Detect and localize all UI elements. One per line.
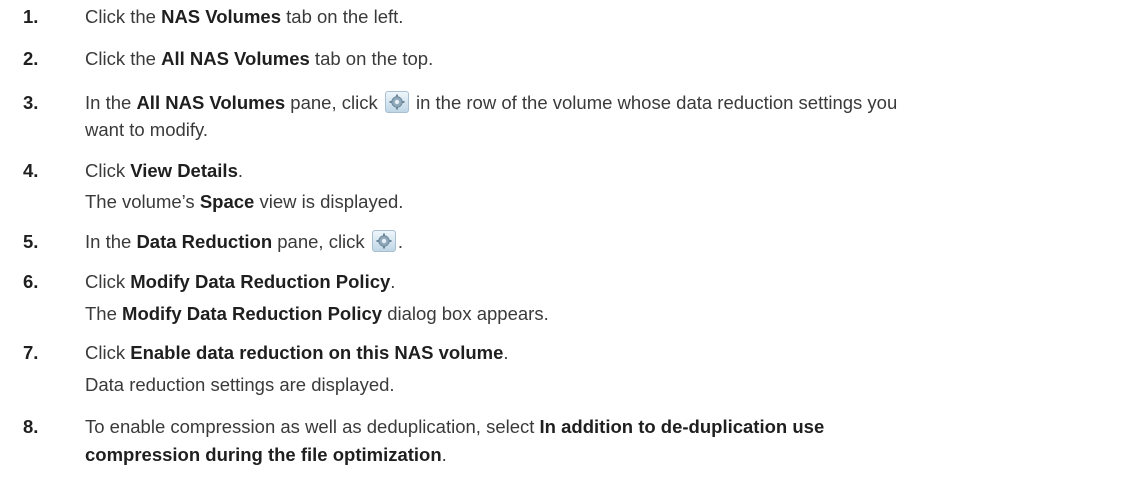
text-run: . bbox=[441, 444, 447, 465]
step-text: Click Modify Data Reduction Policy. bbox=[85, 270, 395, 294]
text-run: In the bbox=[85, 231, 137, 252]
text-run: tab on the top. bbox=[309, 48, 434, 69]
step-text: Click Enable data reduction on this NAS … bbox=[85, 341, 509, 365]
text-run: Click bbox=[85, 160, 131, 181]
step-text: To enable compression as well as dedupli… bbox=[85, 415, 824, 439]
step-text-continued: want to modify. bbox=[85, 118, 208, 142]
step-number: 8. bbox=[23, 416, 39, 437]
ui-term: Data Reduction bbox=[136, 231, 273, 252]
text-run: want to modify. bbox=[85, 119, 209, 140]
gear-icon bbox=[371, 230, 396, 252]
step-text-continued: The volume’s Space view is displayed. bbox=[85, 190, 403, 214]
text-run: To enable compression as well as dedupli… bbox=[85, 416, 540, 437]
ui-term: All NAS Volumes bbox=[161, 48, 310, 69]
gear-icon bbox=[384, 91, 409, 113]
ui-term: Modify Data Reduction Policy bbox=[130, 271, 391, 292]
step-text: Click the All NAS Volumes tab on the top… bbox=[85, 47, 433, 71]
ui-term: NAS Volumes bbox=[161, 6, 282, 27]
text-run: pane, click bbox=[285, 92, 383, 113]
instruction-document: 1. Click the NAS Volumes tab on the left.… bbox=[0, 0, 1144, 492]
text-run: in the row of the volume whose data redu… bbox=[410, 92, 898, 113]
step-text: Click the NAS Volumes tab on the left. bbox=[85, 5, 403, 29]
ui-term: In addition to de-duplication use bbox=[539, 416, 825, 437]
step-text-continued: The Modify Data Reduction Policy dialog … bbox=[85, 302, 549, 326]
text-run: . bbox=[397, 231, 403, 252]
text-run: Click bbox=[85, 271, 131, 292]
step-number: 6. bbox=[23, 271, 39, 292]
step-number: 4. bbox=[23, 160, 39, 181]
ui-term: All NAS Volumes bbox=[136, 92, 286, 113]
step-number: 5. bbox=[23, 231, 39, 252]
ui-term: Modify Data Reduction Policy bbox=[122, 303, 383, 324]
text-run: The volume’s bbox=[85, 191, 200, 212]
text-run: dialog box appears. bbox=[382, 303, 549, 324]
ui-term: Space bbox=[199, 191, 255, 212]
text-run: Click the bbox=[85, 6, 162, 27]
step-text: In the All NAS Volumes pane, click in th… bbox=[85, 91, 897, 115]
text-run: pane, click bbox=[272, 231, 370, 252]
step-number: 1. bbox=[23, 6, 39, 27]
step-text: Click View Details. bbox=[85, 159, 243, 183]
step-text-continued: Data reduction settings are displayed. bbox=[85, 373, 395, 397]
step-text-continued: compression during the file optimization… bbox=[85, 443, 447, 467]
text-run: . bbox=[237, 160, 244, 181]
text-run: . bbox=[503, 342, 509, 363]
ui-term: View Details bbox=[130, 160, 238, 181]
text-run: view is displayed. bbox=[254, 191, 404, 212]
text-run: Click the bbox=[85, 48, 162, 69]
step-text: In the Data Reduction pane, click . bbox=[85, 230, 403, 254]
step-number: 2. bbox=[23, 48, 39, 69]
ui-term: compression during the file optimization bbox=[85, 444, 442, 465]
step-number: 3. bbox=[23, 92, 39, 113]
text-run: Click bbox=[85, 342, 131, 363]
ui-term: Enable data reduction on this NAS volume bbox=[130, 342, 504, 363]
text-run: Data reduction settings are displayed. bbox=[85, 374, 395, 395]
text-run: . bbox=[390, 271, 396, 292]
text-run: In the bbox=[85, 92, 137, 113]
text-run: tab on the left. bbox=[281, 6, 404, 27]
text-run: The bbox=[85, 303, 123, 324]
step-number: 7. bbox=[23, 342, 39, 363]
